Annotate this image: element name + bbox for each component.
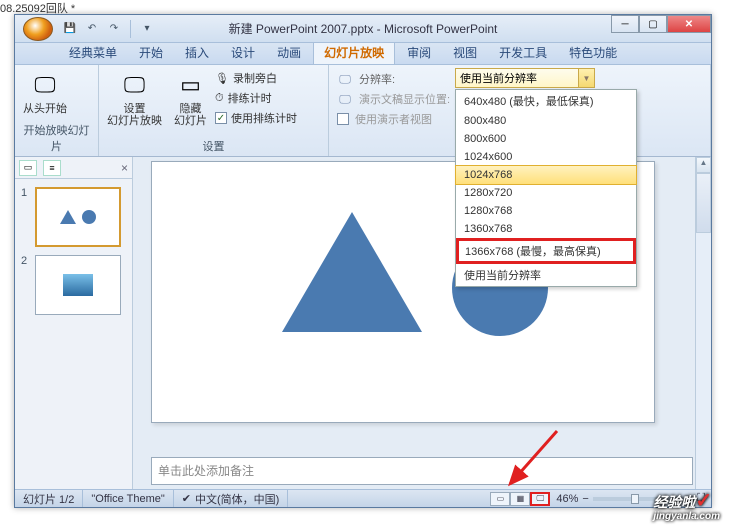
tab-developer[interactable]: 开发工具 [489, 41, 557, 64]
qat-separator [130, 20, 131, 38]
res-option-current[interactable]: 使用当前分辨率 [456, 264, 636, 286]
monitor-icon: 🖵 [337, 91, 353, 107]
watermark-url: jingyanla.com [653, 513, 720, 521]
notes-pane[interactable]: 单击此处添加备注 [151, 457, 693, 485]
title-bar: 💾 ↶ ↷ ▾ 新建 PowerPoint 2007.pptx - Micros… [15, 15, 711, 43]
hide-label: 隐藏 幻灯片 [174, 103, 207, 127]
resolution-label: 分辨率: [359, 71, 395, 87]
resolution-combo[interactable]: 使用当前分辨率 ▼ [455, 68, 595, 88]
thumb-pane-close[interactable]: × [121, 161, 128, 175]
office-button[interactable] [23, 17, 53, 41]
monitor-icon: 🖵 [337, 71, 353, 87]
resolution-combo-value: 使用当前分辨率 [460, 70, 537, 86]
zoom-slider-thumb[interactable] [631, 494, 639, 504]
view-sorter-button[interactable]: ▦ [510, 492, 530, 506]
group-start-label: 开始放映幻灯片 [19, 121, 94, 156]
mic-icon: 🎙 [215, 72, 229, 85]
thumbnail-pane: ▭ ≡ × 1 2 [15, 157, 133, 489]
watermark-brand: 经验啦 [653, 494, 695, 510]
zoom-out-button[interactable]: − [582, 493, 588, 505]
tab-home[interactable]: 开始 [129, 41, 173, 64]
tab-slideshow[interactable]: 幻灯片放映 [313, 40, 395, 64]
tab-animation[interactable]: 动画 [267, 41, 311, 64]
view-slideshow-button[interactable]: 🖵 [530, 492, 550, 506]
zoom-percent[interactable]: 46% [556, 493, 578, 505]
check-icon: ✓ [695, 490, 712, 512]
rehearse-timings-button[interactable]: ⏱ 排练计时 [215, 89, 297, 107]
setup-slideshow-button[interactable]: 🖵 设置 幻灯片放映 [103, 67, 166, 129]
scroll-up-icon[interactable]: ▲ [696, 157, 711, 173]
record-narration-button[interactable]: 🎙 录制旁白 [215, 69, 297, 87]
tab-design[interactable]: 设计 [221, 41, 265, 64]
close-button[interactable]: ✕ [667, 15, 711, 33]
tab-view[interactable]: 视图 [443, 41, 487, 64]
qat-redo-icon[interactable]: ↷ [105, 20, 123, 38]
hide-icon: ▭ [175, 69, 207, 101]
status-theme: "Office Theme" [83, 490, 173, 507]
use-rehearsed-checkbox[interactable]: ✓ 使用排练计时 [215, 109, 297, 127]
ribbon-tabs: 经典菜单 开始 插入 设计 动画 幻灯片放映 审阅 视图 开发工具 特色功能 [15, 43, 711, 65]
thumbnail-1[interactable]: 1 [21, 187, 126, 247]
ribbon: 🖵 从头开始 开始放映幻灯片 🖵 设置 幻灯片放映 ▭ 隐藏 幻灯片 [15, 65, 711, 157]
res-option-1280x720[interactable]: 1280x720 [456, 184, 636, 202]
vertical-scrollbar[interactable]: ▲ [695, 157, 711, 489]
qat-undo-icon[interactable]: ↶ [83, 20, 101, 38]
app-window: 💾 ↶ ↷ ▾ 新建 PowerPoint 2007.pptx - Micros… [14, 14, 712, 508]
clock-icon: ⏱ [215, 92, 224, 105]
tab-review[interactable]: 审阅 [397, 41, 441, 64]
res-option-1024x600[interactable]: 1024x600 [456, 148, 636, 166]
thumb-number: 1 [21, 187, 31, 247]
spellcheck-icon: ✔ [182, 492, 191, 505]
rehearse-label: 排练计时 [228, 90, 272, 106]
res-option-800x600[interactable]: 800x600 [456, 130, 636, 148]
thumb-number: 2 [21, 255, 31, 315]
chevron-down-icon[interactable]: ▼ [578, 69, 594, 87]
shape-triangle[interactable] [282, 212, 422, 332]
checkbox-checked-icon: ✓ [215, 112, 227, 124]
qat-dropdown-icon[interactable]: ▾ [138, 20, 156, 38]
tab-classic-menu[interactable]: 经典菜单 [59, 41, 127, 64]
minimize-button[interactable]: ─ [611, 15, 639, 33]
status-slide-count: 幻灯片 1/2 [15, 490, 83, 507]
res-option-1366x768[interactable]: 1366x768 (最慢，最高保真) [456, 238, 636, 264]
status-lang-label: 中文(简体，中国) [195, 491, 279, 507]
res-option-1360x768[interactable]: 1360x768 [456, 220, 636, 238]
setup-icon: 🖵 [119, 69, 151, 101]
status-language[interactable]: ✔ 中文(简体，中国) [174, 490, 289, 507]
scroll-thumb[interactable] [696, 173, 711, 233]
view-buttons: ▭ ▦ 🖵 [490, 492, 550, 506]
tab-insert[interactable]: 插入 [175, 41, 219, 64]
hide-slide-button[interactable]: ▭ 隐藏 幻灯片 [170, 67, 211, 129]
from-beginning-label: 从头开始 [23, 103, 67, 115]
watermark: 经验啦✓ jingyanla.com [653, 488, 720, 521]
res-option-1280x768[interactable]: 1280x768 [456, 202, 636, 220]
res-option-640x480[interactable]: 640x480 (最快，最低保真) [456, 90, 636, 112]
resolution-dropdown-menu: 640x480 (最快，最低保真) 800x480 800x600 1024x6… [455, 89, 637, 287]
triangle-icon [60, 210, 76, 224]
tab-special[interactable]: 特色功能 [559, 41, 627, 64]
image-icon [63, 274, 93, 296]
thumb-tab-outline[interactable]: ≡ [43, 160, 61, 176]
status-bar: 幻灯片 1/2 "Office Theme" ✔ 中文(简体，中国) ▭ ▦ 🖵… [15, 489, 711, 507]
res-option-1024x768[interactable]: 1024x768 [455, 165, 637, 185]
maximize-button[interactable]: ▢ [639, 15, 667, 33]
circle-icon [82, 210, 96, 224]
thumb-tab-slides[interactable]: ▭ [19, 160, 37, 176]
presenter-view-label: 使用演示者视图 [355, 111, 432, 127]
presentation-icon: 🖵 [29, 69, 61, 101]
display-location-label: 演示文稿显示位置: [359, 91, 450, 107]
record-label: 录制旁白 [233, 70, 277, 86]
view-normal-button[interactable]: ▭ [490, 492, 510, 506]
checkbox-icon [337, 113, 349, 125]
setup-label: 设置 幻灯片放映 [107, 103, 162, 127]
qat-save-icon[interactable]: 💾 [61, 20, 79, 38]
from-beginning-button[interactable]: 🖵 从头开始 [19, 67, 71, 117]
thumbnail-2[interactable]: 2 [21, 255, 126, 315]
window-title: 新建 PowerPoint 2007.pptx - Microsoft Powe… [229, 20, 498, 37]
use-rehearsed-label: 使用排练计时 [231, 110, 297, 126]
res-option-800x480[interactable]: 800x480 [456, 112, 636, 130]
group-setup-label: 设置 [103, 137, 324, 156]
